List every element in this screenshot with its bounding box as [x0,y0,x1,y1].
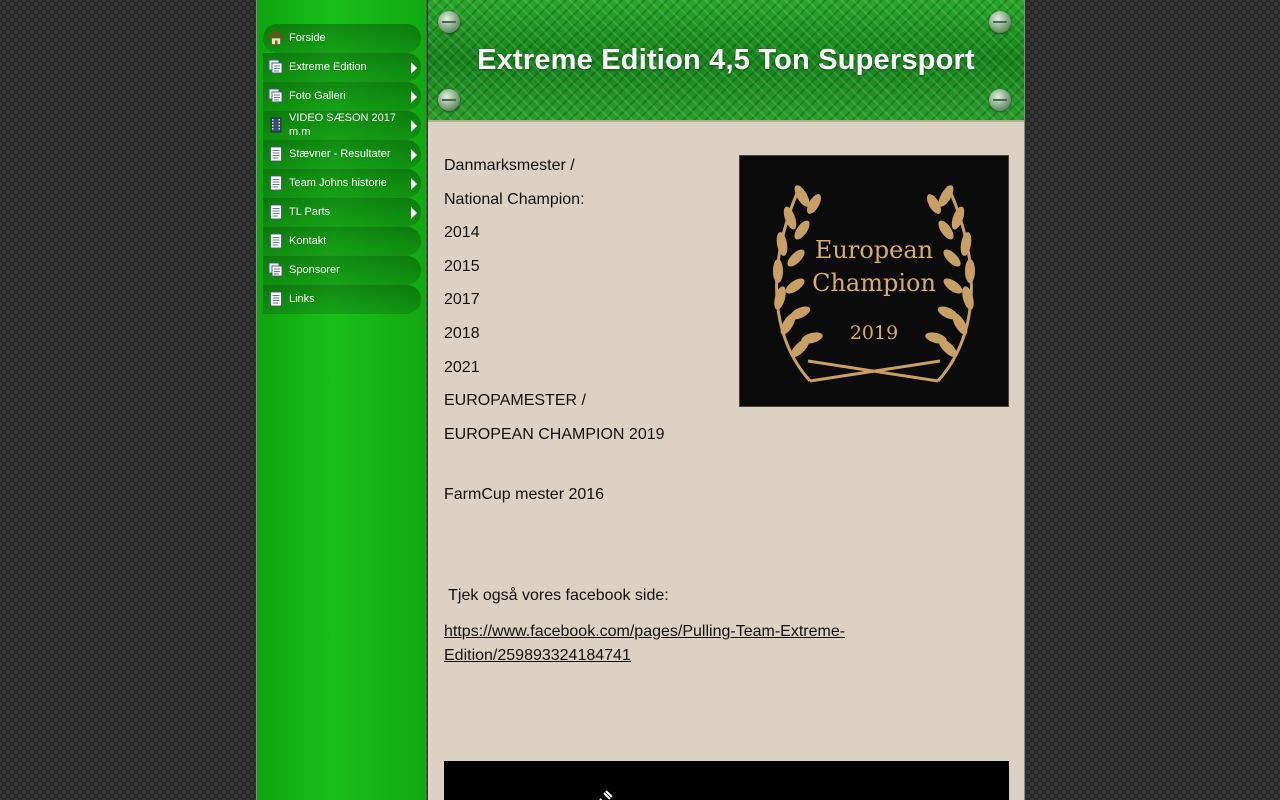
main-content: Extreme Edition 4,5 Ton Supersport Danma… [428,0,1024,800]
text-line: National Champion: [444,190,585,208]
nav-item-links[interactable]: Links [263,285,421,314]
text-line: Danmarksmester / [444,157,575,174]
bolt-icon [989,11,1011,33]
nav-label: Team Johns historie [289,177,387,189]
text-line: EUROPAMESTER / [444,392,586,410]
film-icon [268,117,284,133]
page-title: Extreme Edition 4,5 Ton Supersport [477,44,975,76]
page-icon [268,175,284,191]
nav-label: Kontakt [289,235,327,247]
nav-item-team-johns-historie[interactable]: Team Johns historie [263,169,421,198]
bolt-icon [438,11,460,33]
nav-item-forside[interactable]: Forside [263,24,421,53]
submenu-arrow-icon [411,120,417,132]
farmcup-text: FarmCup mester 2016 [444,486,605,504]
nav-label: Sponsorer [289,264,340,276]
pages-icon [268,262,284,278]
nav-label: Forside [289,32,326,44]
submenu-arrow-icon [411,207,417,219]
sidebar: Forside Extreme Edition Foto Galleri VID… [257,0,427,800]
nav-label: Extreme Edition [289,61,367,73]
page-frame: Forside Extreme Edition Foto Galleri VID… [256,0,1025,800]
page-icon [268,204,284,220]
achievements-text: Danmarksmester / National Champion: 2014… [444,155,734,518]
nav-label: TL Parts [289,206,331,218]
page-icon [268,291,284,307]
text-line: 2017 [444,291,480,309]
nav-menu: Forside Extreme Edition Foto Galleri VID… [263,24,421,314]
nav-item-sponsorer[interactable]: Sponsorer [263,256,421,285]
page-header: Extreme Edition 4,5 Ton Supersport [428,0,1024,122]
nav-item-tl-parts[interactable]: TL Parts [263,198,421,227]
pages-icon [268,88,284,104]
video-player[interactable] [444,761,1009,800]
nav-label: Foto Galleri [289,90,346,102]
facebook-link[interactable]: https://www.facebook.com/pages/Pulling-T… [444,620,864,668]
nav-item-kontakt[interactable]: Kontakt [263,227,421,256]
home-icon [268,30,284,46]
text-line: EUROPEAN CHAMPION 2019 [444,425,665,443]
page-icon [268,146,284,162]
submenu-arrow-icon [411,62,417,74]
badge-line-european: European [814,236,934,264]
european-champion-badge-image: European Champion 2019 [739,155,1009,407]
nav-item-foto-galleri[interactable]: Foto Galleri [263,82,421,111]
submenu-arrow-icon [411,149,417,161]
nav-item-extreme-edition[interactable]: Extreme Edition [263,53,421,82]
nav-item-staevner[interactable]: Stævner - Resultater [263,140,421,169]
text-line: 2018 [444,324,480,342]
page-icon [268,233,284,249]
submenu-arrow-icon [411,91,417,103]
pages-icon [268,59,284,75]
submenu-arrow-icon [411,178,417,190]
text-line: 2021 [444,358,480,376]
nav-label: Stævner - Resultater [289,148,391,160]
nav-label: Links [289,293,315,305]
badge-year: 2019 [849,322,899,344]
facebook-label: Tjek også vores facebook side: [444,587,669,604]
bolt-icon [438,89,460,111]
text-line: 2015 [444,257,480,275]
video-thumbnail-icon [599,790,613,800]
badge-line-champion: Champion [812,269,936,297]
text-line: 2014 [444,224,480,242]
nav-item-video[interactable]: VIDEO SÆSON 2017 m.m [263,111,421,140]
bolt-icon [989,89,1011,111]
nav-label: VIDEO SÆSON 2017 m.m [289,112,396,138]
